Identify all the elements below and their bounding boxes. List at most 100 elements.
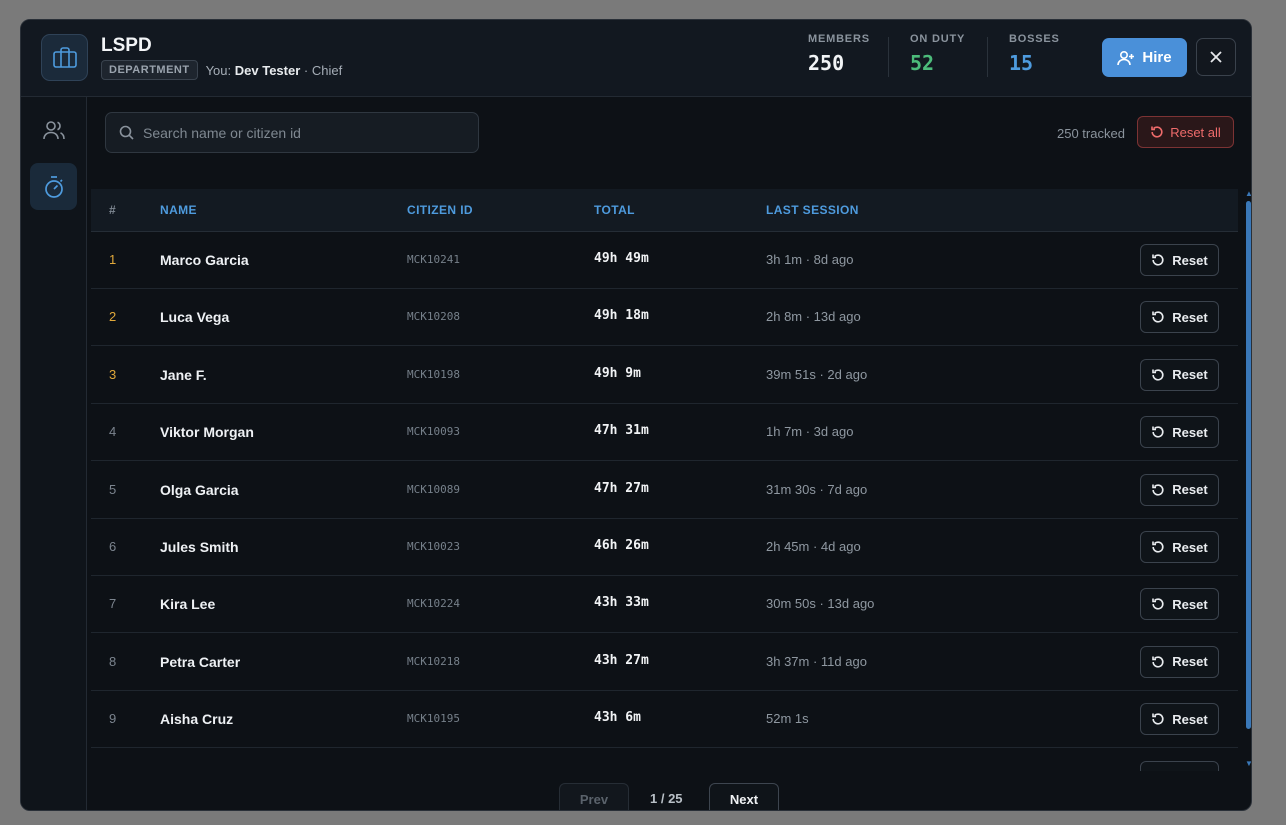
table-row: 7 Kira Lee MCK10224 43h 33m 30m 50s · 13d ag… <box>91 576 1238 634</box>
reset-icon <box>1152 369 1164 381</box>
row-reset-button[interactable]: Reset <box>1140 703 1219 736</box>
row-rank: 6 <box>109 539 117 554</box>
row-reset-button[interactable]: Reset <box>1140 244 1219 276</box>
reset-icon <box>1152 483 1164 496</box>
row-total: 49h 9m <box>594 365 641 381</box>
user-plus-icon <box>1117 50 1135 65</box>
row-total: 49h 18m <box>594 308 649 324</box>
row-reset-button[interactable]: Reset <box>1140 588 1219 621</box>
row-reset-label: Reset <box>1172 309 1208 325</box>
row-reset-label: Reset <box>1172 424 1208 440</box>
table-header: # NAME CITIZEN ID TOTAL LAST SESSION <box>91 189 1238 232</box>
table-row: 4 Viktor Morgan MCK10093 47h 31m 1h 7m · 3d … <box>91 404 1238 462</box>
row-name: Petra Carter <box>160 653 241 670</box>
row-reset-button[interactable]: Reset <box>1140 358 1219 391</box>
column-total[interactable]: TOTAL <box>594 203 635 217</box>
close-button[interactable] <box>1196 38 1236 76</box>
row-citizen-id: MCK10224 <box>407 597 460 611</box>
stat-bosses-label: BOSSES <box>1009 33 1060 45</box>
header: LSPD DEPARTMENT You: Dev Tester · Chief … <box>21 20 1251 97</box>
row-rank: 9 <box>109 711 117 727</box>
subtitle-row: DEPARTMENT You: Dev Tester · Chief <box>101 60 342 80</box>
column-last-session[interactable]: LAST SESSION <box>766 203 859 217</box>
row-name: Olga Garcia <box>160 481 239 498</box>
row-reset-button[interactable]: Reset <box>1140 473 1219 506</box>
row-reset-label: Reset <box>1172 539 1208 555</box>
row-reset-button[interactable]: Reset <box>1140 645 1219 678</box>
stopwatch-icon <box>44 175 63 198</box>
table-row: 3 Jane F. MCK10198 49h 9m 39m 51s · 2d ago Re… <box>91 347 1238 404</box>
reset-icon <box>1152 541 1164 553</box>
stat-members: MEMBERS 250 <box>808 33 870 75</box>
pagination: Prev 1 / 25 Next <box>87 783 1251 810</box>
reset-icon <box>1152 254 1164 266</box>
row-citizen-id: MCK10195 <box>407 712 460 726</box>
stat-on-duty-value: 52 <box>910 51 935 75</box>
users-icon <box>42 120 65 139</box>
row-total: 47h 31m <box>594 423 649 439</box>
row-last-session: 31m 30s · 7d ago <box>766 481 868 497</box>
hire-button-label: Hire <box>1142 49 1172 66</box>
scroll-thumb[interactable] <box>1246 201 1251 729</box>
page-indicator: 1 / 25 <box>650 791 683 806</box>
main-panel: 250 tracked Reset all # NAME CITIZEN ID … <box>87 97 1251 810</box>
scrollbar[interactable]: ▲ ▼ <box>1244 189 1251 771</box>
row-name: Viktor Morgan <box>160 424 254 441</box>
row-total: 49h 49m <box>594 251 649 266</box>
table-row: 1 Marco Garcia MCK10241 49h 49m 3h 1m · 8d a… <box>91 232 1238 289</box>
tracked-count: 250 tracked <box>1057 126 1125 141</box>
stat-on-duty-label: ON DUTY <box>910 33 966 45</box>
search-input[interactable] <box>143 124 463 141</box>
page-title: LSPD <box>101 35 152 56</box>
row-name: Jane F. <box>160 366 207 383</box>
prev-button[interactable]: Prev <box>559 783 629 810</box>
row-last-session: 39m 51s · 2d ago <box>766 366 868 382</box>
row-citizen-id: MCK10241 <box>407 253 460 266</box>
row-citizen-id: MCK10198 <box>407 367 460 381</box>
row-last-session: 1h 7m · 3d ago <box>766 424 854 440</box>
row-reset-button[interactable]: Reset <box>1140 416 1219 449</box>
row-name: Marco Garcia <box>160 252 249 268</box>
next-button[interactable]: Next <box>709 783 779 810</box>
row-reset-label: Reset <box>1172 252 1208 268</box>
row-citizen-id: MCK10208 <box>407 310 460 324</box>
row-reset-button[interactable] <box>1140 760 1219 771</box>
search-icon <box>119 125 134 140</box>
hire-button[interactable]: Hire <box>1102 38 1187 77</box>
row-reset-button[interactable]: Reset <box>1140 301 1219 334</box>
stat-bosses: BOSSES 15 <box>1009 33 1060 75</box>
row-rank: 5 <box>109 481 117 497</box>
reset-icon <box>1152 598 1164 610</box>
column-name[interactable]: NAME <box>160 203 197 217</box>
sidebar <box>21 97 87 810</box>
search-box[interactable] <box>105 112 479 153</box>
row-reset-label: Reset <box>1172 596 1208 612</box>
table-row: 9 Aisha Cruz MCK10195 43h 6m 52m 1s Reset <box>91 691 1238 749</box>
close-icon <box>1210 51 1222 63</box>
department-badge: DEPARTMENT <box>101 60 198 80</box>
row-citizen-id: MCK10089 <box>407 482 460 496</box>
scroll-up-icon[interactable]: ▲ <box>1245 189 1251 198</box>
sidebar-item-time-tracking[interactable] <box>30 163 77 210</box>
row-last-session: 3h 1m · 8d ago <box>766 252 854 267</box>
row-reset-button[interactable]: Reset <box>1140 531 1219 563</box>
row-last-session: 52m 1s <box>766 711 809 727</box>
table-row: 2 Luca Vega MCK10208 49h 18m 2h 8m · 13d ago… <box>91 289 1238 347</box>
leaderboard-table: # NAME CITIZEN ID TOTAL LAST SESSION 1 Ma… <box>91 189 1238 771</box>
column-citizen-id[interactable]: CITIZEN ID <box>407 203 473 217</box>
stat-members-value: 250 <box>808 51 845 75</box>
row-total: 43h 6m <box>594 710 641 726</box>
row-total: 47h 27m <box>594 480 649 496</box>
row-total: 46h 26m <box>594 538 649 553</box>
sidebar-item-members[interactable] <box>30 106 77 153</box>
row-last-session: 2h 45m · 4d ago <box>766 539 861 554</box>
reset-all-label: Reset all <box>1170 124 1221 140</box>
row-reset-label: Reset <box>1172 654 1208 670</box>
briefcase-icon <box>41 34 88 81</box>
row-reset-label: Reset <box>1172 482 1208 498</box>
row-total: 43h 27m <box>594 652 649 668</box>
row-rank: 2 <box>109 309 117 325</box>
scroll-down-icon[interactable]: ▼ <box>1245 759 1251 768</box>
reset-all-button[interactable]: Reset all <box>1137 116 1234 148</box>
column-rank: # <box>109 203 117 217</box>
